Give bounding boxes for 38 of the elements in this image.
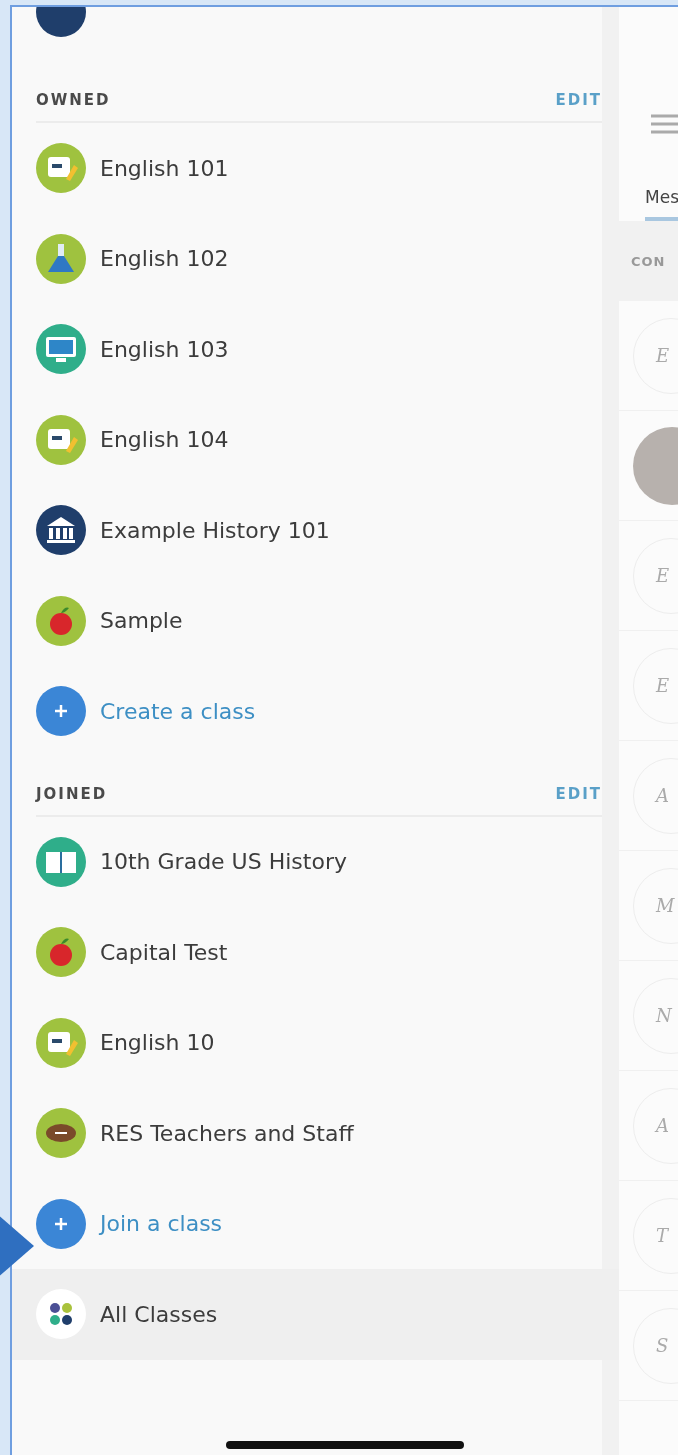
class-name[interactable]: English 102 [100, 246, 229, 272]
class-name[interactable]: English 101 [100, 155, 229, 181]
football-class-icon [36, 1108, 86, 1159]
member-initial: E [656, 565, 670, 586]
class-name[interactable]: English 10 [100, 1030, 215, 1056]
building-class-icon [36, 505, 86, 556]
member-initial: E [656, 675, 670, 696]
monitor-class-icon [36, 324, 86, 375]
plus-icon [36, 686, 86, 737]
member-initial: T [656, 1225, 668, 1246]
class-name[interactable]: Sample [100, 608, 183, 634]
section-heading: JOINED [36, 784, 108, 803]
class-name[interactable]: 10th Grade US History [100, 849, 347, 875]
member-initial: A [656, 785, 669, 806]
apple-class-icon [36, 927, 86, 978]
letters-class-icon [36, 414, 86, 465]
class-name[interactable]: Capital Test [100, 939, 228, 965]
member-initial: E [656, 345, 670, 366]
section-heading: OWNED [36, 91, 111, 109]
class-name[interactable]: English 103 [100, 336, 229, 362]
dots-grid-icon [36, 1289, 86, 1340]
book-class-icon [36, 836, 86, 887]
letters-class-icon [36, 143, 86, 194]
menu-icon[interactable] [651, 113, 678, 135]
member-initial: M [656, 895, 675, 916]
member-initial: A [656, 1115, 669, 1136]
apple-class-icon [36, 595, 86, 646]
plus-icon [36, 1198, 86, 1249]
member-initial: S [656, 1335, 669, 1356]
letters-class-icon [36, 1017, 86, 1068]
class-name[interactable]: RES Teachers and Staff [100, 1120, 354, 1146]
flask-class-icon [36, 233, 86, 284]
class-name[interactable]: Example History 101 [100, 517, 330, 543]
all-classes-label: All Classes [100, 1301, 218, 1327]
class-name[interactable]: English 104 [100, 427, 229, 453]
section-heading: CON [631, 253, 666, 269]
school-icon [36, 7, 86, 37]
member-initial: N [656, 1005, 672, 1026]
